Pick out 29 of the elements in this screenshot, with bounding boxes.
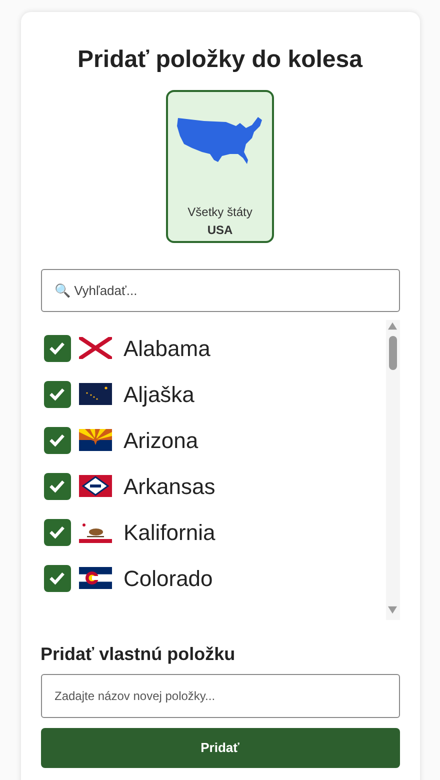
add-button[interactable]: Pridať — [40, 728, 400, 768]
checkbox[interactable] — [44, 380, 70, 408]
scroll-thumb[interactable] — [388, 336, 396, 370]
flag-icon — [78, 383, 112, 405]
flag-icon — [78, 567, 112, 589]
category-sublabel: USA — [207, 222, 233, 238]
scroll-down-icon — [388, 606, 397, 614]
flag-icon — [78, 521, 112, 543]
item-label: Aljaška — [124, 380, 194, 409]
flag-icon — [78, 337, 112, 359]
scrollbar[interactable] — [386, 320, 400, 620]
item-label: Kalifornia — [124, 518, 216, 546]
checkbox[interactable] — [44, 564, 70, 592]
page-title: Pridať položky do kolesa — [78, 45, 362, 75]
category-card[interactable]: Všetky štáty USA — [166, 90, 274, 243]
item-label: Colorado — [124, 564, 213, 592]
item-label: Arizona — [124, 426, 198, 454]
flag-icon — [78, 475, 112, 497]
item-label: Alabama — [124, 334, 210, 362]
checkbox[interactable] — [44, 426, 70, 454]
section-heading: Pridať vlastnú položku — [40, 643, 236, 666]
scroll-up-icon — [388, 322, 397, 330]
flag-icon — [78, 429, 112, 451]
item-name-field[interactable]: Zadajte názov novej položky... — [40, 674, 400, 718]
item-label: Arkansas — [124, 472, 216, 500]
checkbox[interactable] — [44, 472, 70, 500]
category-label: Všetky štáty — [188, 204, 252, 220]
checkbox[interactable] — [44, 518, 70, 546]
checkbox[interactable] — [44, 334, 70, 362]
